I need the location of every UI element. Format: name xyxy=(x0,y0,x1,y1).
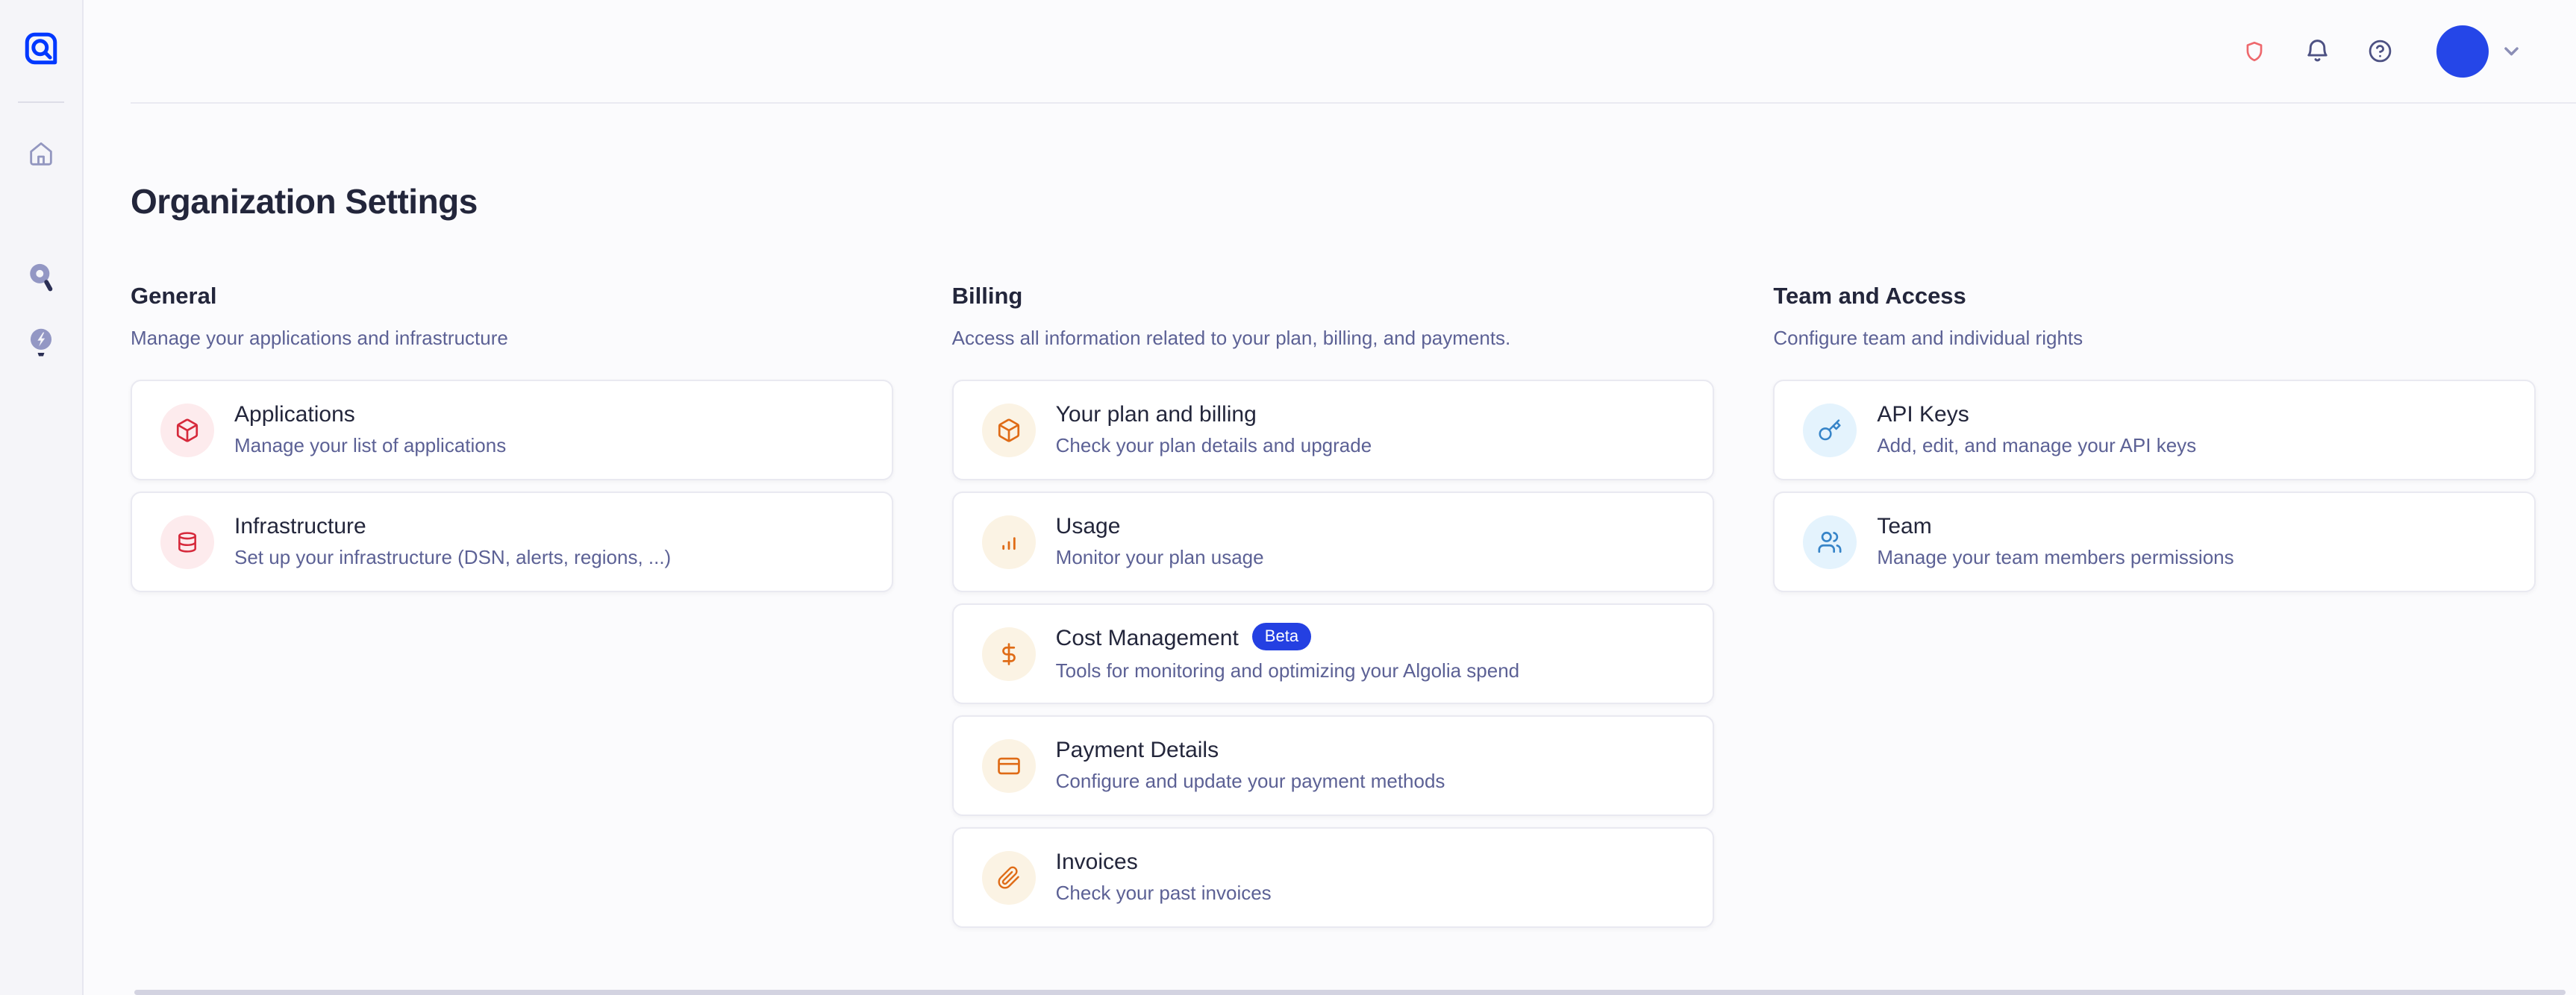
section-description: Manage your applications and infrastruct… xyxy=(131,327,893,350)
card-team[interactable]: Team Manage your team members permission… xyxy=(1773,492,2536,592)
section-title: Team and Access xyxy=(1773,283,2536,310)
card-subtitle: Tools for monitoring and optimizing your… xyxy=(1056,659,1519,682)
card-title: Payment Details xyxy=(1056,738,1219,762)
database-icon xyxy=(160,515,214,569)
sidebar-item-home[interactable] xyxy=(26,139,56,169)
section-team-access: Team and Access Configure team and indiv… xyxy=(1773,283,2536,592)
card-list: Applications Manage your list of applica… xyxy=(131,380,893,592)
account-menu-button[interactable] xyxy=(2499,39,2524,63)
card-invoices[interactable]: Invoices Check your past invoices xyxy=(952,827,1715,928)
question-circle-icon xyxy=(2367,38,2393,64)
section-title: General xyxy=(131,283,893,310)
card-subtitle: Manage your list of applications xyxy=(234,434,506,457)
key-icon xyxy=(1803,404,1857,457)
paperclip-icon xyxy=(982,851,1036,905)
help-button[interactable] xyxy=(2367,38,2393,64)
card-infrastructure[interactable]: Infrastructure Set up your infrastructur… xyxy=(131,492,893,592)
app-root: Organization Settings General Manage you… xyxy=(0,0,2576,995)
card-title: Your plan and billing xyxy=(1056,402,1257,427)
card-list: Your plan and billing Check your plan de… xyxy=(952,380,1715,928)
card-cost-management[interactable]: Cost Management Beta Tools for monitorin… xyxy=(952,603,1715,704)
card-title: Usage xyxy=(1056,514,1121,539)
main-area: Organization Settings General Manage you… xyxy=(84,0,2576,995)
search-magnifier-icon xyxy=(25,260,57,295)
sidebar-item-search-relevance[interactable] xyxy=(25,260,57,295)
bar-chart-icon xyxy=(982,515,1036,569)
dollar-icon xyxy=(982,627,1036,681)
home-icon xyxy=(26,139,56,169)
card-title: API Keys xyxy=(1877,402,1969,427)
section-billing: Billing Access all information related t… xyxy=(952,283,1715,928)
settings-grid: General Manage your applications and inf… xyxy=(131,283,2536,928)
security-alert-button[interactable] xyxy=(2230,28,2278,75)
card-subtitle: Add, edit, and manage your API keys xyxy=(1877,434,2196,457)
card-title: Infrastructure xyxy=(234,514,366,539)
card-subtitle: Check your past invoices xyxy=(1056,882,1272,905)
card-list: API Keys Add, edit, and manage your API … xyxy=(1773,380,2536,592)
topbar xyxy=(84,0,2576,102)
card-subtitle: Set up your infrastructure (DSN, alerts,… xyxy=(234,546,671,569)
horizontal-scrollbar[interactable] xyxy=(134,990,2566,995)
card-api-keys[interactable]: API Keys Add, edit, and manage your API … xyxy=(1773,380,2536,480)
page-title: Organization Settings xyxy=(131,181,2536,222)
card-payment-details[interactable]: Payment Details Configure and update you… xyxy=(952,715,1715,816)
shield-icon xyxy=(2242,40,2266,63)
algolia-logo[interactable] xyxy=(22,30,60,67)
beta-badge: Beta xyxy=(1252,623,1311,650)
topbar-divider xyxy=(131,102,2576,104)
chevron-down-icon xyxy=(2499,39,2524,63)
account-avatar-button[interactable] xyxy=(2436,25,2489,78)
section-description: Configure team and individual rights xyxy=(1773,327,2536,350)
users-icon xyxy=(1803,515,1857,569)
sidebar xyxy=(0,0,84,995)
box-icon xyxy=(982,404,1036,457)
card-subtitle: Manage your team members permissions xyxy=(1877,546,2233,569)
avatar xyxy=(2436,25,2489,78)
lightbulb-bolt-icon xyxy=(25,325,57,361)
card-title: Team xyxy=(1877,514,1931,539)
section-general: General Manage your applications and inf… xyxy=(131,283,893,592)
sidebar-item-recommend[interactable] xyxy=(25,325,57,361)
credit-card-icon xyxy=(982,739,1036,793)
notifications-button[interactable] xyxy=(2304,37,2331,65)
bell-icon xyxy=(2304,37,2331,65)
card-title: Applications xyxy=(234,402,355,427)
card-subtitle: Configure and update your payment method… xyxy=(1056,770,1445,793)
card-title: Cost Management xyxy=(1056,626,1239,650)
card-subtitle: Monitor your plan usage xyxy=(1056,546,1264,569)
section-description: Access all information related to your p… xyxy=(952,327,1715,350)
box-icon xyxy=(160,404,214,457)
card-plan-billing[interactable]: Your plan and billing Check your plan de… xyxy=(952,380,1715,480)
section-title: Billing xyxy=(952,283,1715,310)
card-subtitle: Check your plan details and upgrade xyxy=(1056,434,1372,457)
card-usage[interactable]: Usage Monitor your plan usage xyxy=(952,492,1715,592)
content: Organization Settings General Manage you… xyxy=(84,181,2576,928)
card-applications[interactable]: Applications Manage your list of applica… xyxy=(131,380,893,480)
sidebar-divider xyxy=(18,101,64,103)
card-title: Invoices xyxy=(1056,850,1138,874)
